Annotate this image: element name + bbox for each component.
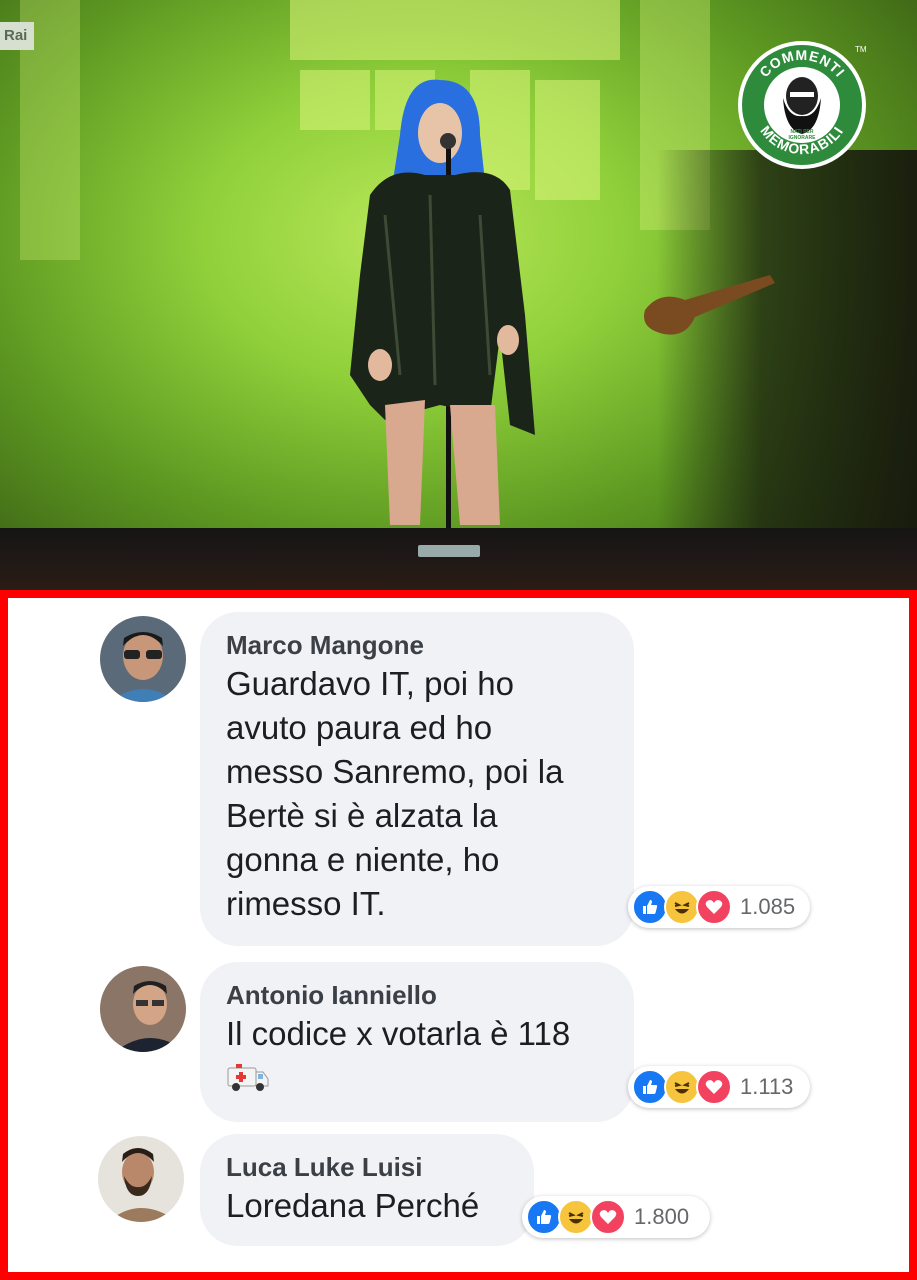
reactions-pill[interactable]: 1.113	[628, 1066, 810, 1108]
reaction-count: 1.800	[634, 1204, 690, 1229]
comment-bubble: Marco Mangone Guardavo IT, poi ho avuto …	[200, 612, 634, 946]
comments-frame: Marco Mangone Guardavo IT, poi ho avuto …	[0, 590, 917, 1280]
svg-text:TM: TM	[855, 45, 867, 54]
like-icon	[632, 889, 668, 925]
comment-text: Loredana Perché	[226, 1187, 480, 1224]
tv-bezel	[0, 528, 917, 590]
reactions-pill[interactable]: 1.800	[522, 1196, 710, 1238]
like-icon	[632, 1069, 668, 1105]
commenti-memorabili-logo: COMMENTI MEMORABILI NATI PER IGNORARE TM	[738, 41, 867, 169]
love-icon	[696, 889, 732, 925]
comment-bubble: Antonio Ianniello Il codice x votarla è …	[200, 962, 634, 1122]
comment-bubble: Luca Luke Luisi Loredana Perché	[200, 1134, 534, 1246]
haha-icon	[558, 1199, 594, 1235]
comment-author[interactable]: Marco Mangone	[226, 628, 608, 662]
comment-author[interactable]: Luca Luke Luisi	[226, 1150, 508, 1184]
guitar	[644, 275, 775, 335]
haha-icon	[664, 889, 700, 925]
channel-mark: Rai	[0, 22, 34, 50]
avatar[interactable]	[100, 616, 186, 702]
reaction-count: 1.113	[740, 1074, 794, 1099]
avatar[interactable]	[100, 966, 186, 1052]
svg-text:IGNORARE: IGNORARE	[789, 135, 817, 141]
avatar[interactable]	[98, 1136, 184, 1222]
love-icon	[590, 1199, 626, 1235]
comment-text: Guardavo IT, poi ho avuto paura ed ho me…	[226, 665, 564, 922]
tv-photo: Rai COMMENTI MEMORABILI NATI PER IGNORAR…	[0, 0, 917, 590]
like-icon	[526, 1199, 562, 1235]
tv-brand-plate	[418, 545, 480, 557]
reactions-pill[interactable]: 1.085	[628, 886, 810, 928]
comment-text: Il codice x votarla è 118	[226, 1015, 571, 1052]
singer-figure	[350, 79, 535, 530]
ambulance-icon	[226, 1062, 270, 1097]
haha-icon	[664, 1069, 700, 1105]
comment-author[interactable]: Antonio Ianniello	[226, 978, 608, 1012]
reaction-count: 1.085	[740, 894, 796, 919]
love-icon	[696, 1069, 732, 1105]
